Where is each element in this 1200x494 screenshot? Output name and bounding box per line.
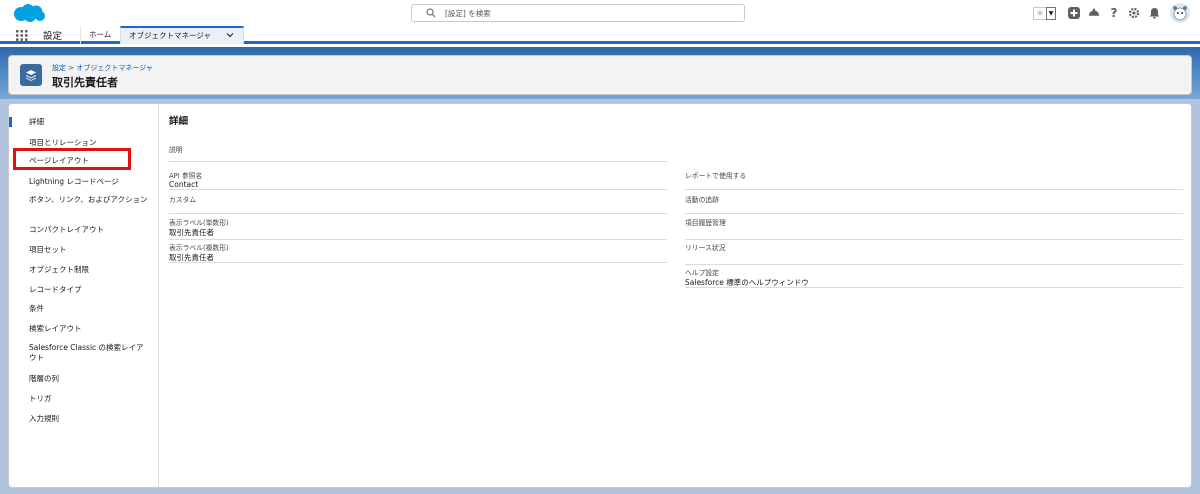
- field-plural-label: 表示ラベル(複数形) 取引先責任者: [169, 242, 667, 263]
- sidebar-item-validation-rules[interactable]: 入力規則: [9, 414, 158, 424]
- field-singular-label: 表示ラベル(単数形) 取引先責任者: [169, 217, 667, 240]
- field-track-activities: 活動の追跡: [685, 194, 1183, 214]
- sidebar-item-label: Lightning レコードページ: [29, 177, 119, 186]
- field-label: 説明: [169, 146, 183, 154]
- tab-label: オブジェクトマネージャ: [129, 31, 211, 40]
- sidebar-item-buttons-links-actions[interactable]: ボタン、リンク、およびアクション: [9, 195, 158, 205]
- field-description: 説明: [169, 144, 667, 162]
- setup-gear-icon[interactable]: [1128, 7, 1140, 19]
- breadcrumb-object-manager[interactable]: オブジェクトマネージャ: [76, 64, 153, 72]
- help-icon[interactable]: ?: [1108, 6, 1120, 20]
- field-api-name: API 参照名 Contact: [169, 170, 667, 190]
- add-icon[interactable]: [1068, 7, 1080, 19]
- sidebar-item-label: ボタン、リンク、およびアクション: [29, 195, 148, 204]
- app-launcher-icon[interactable]: [16, 30, 28, 41]
- sidebar-item-compact-layouts[interactable]: コンパクトレイアウト: [9, 225, 158, 235]
- field-value: 取引先責任者: [169, 253, 214, 262]
- main-card: 詳細 項目とリレーション ページレイアウト Lightning レコードページ …: [8, 103, 1192, 488]
- details-content: 詳細 説明 API 参照名 Contact カスタム 表示ラベル(単数形) 取引…: [159, 104, 1191, 487]
- field-value: Salesforce 標準のヘルプウィンドウ: [685, 278, 809, 287]
- field-deployment-status: リリース状況: [685, 242, 1183, 265]
- sidebar-item-label: オブジェクト制限: [29, 265, 89, 274]
- search-icon: [426, 8, 436, 18]
- sidebar-item-label: コンパクトレイアウト: [29, 225, 104, 234]
- sidebar-item-label: 条件: [29, 304, 44, 313]
- sidebar-item-label: 項目セット: [29, 245, 67, 254]
- field-allow-reports: レポートで使用する: [685, 170, 1183, 190]
- field-label: カスタム: [169, 196, 197, 204]
- app-name: 設定: [43, 31, 63, 42]
- sidebar-item-label: 検索レイアウト: [29, 324, 82, 333]
- favorite-star-icon[interactable]: ★: [1033, 6, 1046, 20]
- field-custom: カスタム: [169, 194, 667, 214]
- favorites-group: ★ ▼: [1033, 6, 1056, 20]
- sidebar-item-label: トリガ: [29, 394, 52, 403]
- field-label: レポートで使用する: [685, 172, 747, 180]
- breadcrumb-setup[interactable]: 設定: [52, 64, 66, 72]
- object-stack-icon: [20, 64, 42, 86]
- sidebar-item-field-sets[interactable]: 項目セット: [9, 245, 158, 255]
- field-help-settings: ヘルプ設定 Salesforce 標準のヘルプウィンドウ: [685, 267, 1183, 288]
- notification-bell-icon[interactable]: [1148, 7, 1160, 19]
- sidebar-item-record-types[interactable]: レコードタイプ: [9, 285, 158, 295]
- sidebar-item-label: Salesforce Classic の検索レイアウト: [29, 343, 144, 362]
- context-bar: 設定 ホーム オブジェクトマネージャ: [0, 26, 1200, 44]
- sidebar-item-details[interactable]: 詳細: [9, 117, 158, 127]
- field-label: 表示ラベル(単数形): [169, 219, 229, 227]
- field-label: ヘルプ設定: [685, 269, 719, 277]
- field-history-tracking: 項目履歴管理: [685, 217, 1183, 240]
- salesforce-logo-icon[interactable]: [11, 3, 47, 23]
- sidebar-item-fields-relationships[interactable]: 項目とリレーション: [9, 138, 158, 148]
- tab-home[interactable]: ホーム: [80, 26, 119, 44]
- header-utility-icons: ★ ▼ ?: [1033, 3, 1190, 23]
- sidebar-item-label: 詳細: [29, 117, 44, 126]
- sidebar-item-hierarchy-columns[interactable]: 階層の列: [9, 374, 158, 384]
- chevron-down-icon[interactable]: [226, 29, 234, 44]
- breadcrumb: 設定 > オブジェクトマネージャ: [52, 63, 153, 73]
- sidebar-item-object-limits[interactable]: オブジェクト制限: [9, 265, 158, 275]
- sidebar-item-triggers[interactable]: トリガ: [9, 394, 158, 404]
- sidebar-item-label: 入力規則: [29, 414, 59, 423]
- sidebar-item-conditions[interactable]: 条件: [9, 304, 158, 314]
- field-label: 項目履歴管理: [685, 219, 726, 227]
- tab-label: ホーム: [89, 30, 112, 39]
- favorites-dropdown-icon[interactable]: ▼: [1046, 6, 1056, 20]
- page-header: 設定 > オブジェクトマネージャ 取引先責任者: [8, 55, 1192, 95]
- sidebar-item-label: レコードタイプ: [29, 285, 82, 294]
- global-header: [設定] を検索 ★ ▼ ?: [0, 0, 1200, 26]
- field-label: API 参照名: [169, 172, 203, 180]
- avatar[interactable]: [1170, 3, 1190, 23]
- field-label: 活動の追跡: [685, 196, 719, 204]
- section-title: 詳細: [169, 116, 189, 127]
- sidebar-item-label: 項目とリレーション: [29, 138, 97, 147]
- sidebar-item-label: 階層の列: [29, 374, 59, 383]
- page-title: 取引先責任者: [52, 76, 118, 89]
- global-search-input[interactable]: [設定] を検索: [411, 4, 745, 22]
- field-value: Contact: [169, 180, 199, 189]
- breadcrumb-separator: >: [68, 64, 75, 72]
- annotation-highlight-box: [13, 148, 131, 170]
- search-placeholder: [設定] を検索: [445, 9, 491, 18]
- trailhead-icon[interactable]: [1088, 7, 1100, 19]
- sidebar-item-classic-search-layouts[interactable]: Salesforce Classic の検索レイアウト: [9, 343, 158, 363]
- field-value: 取引先責任者: [169, 228, 214, 237]
- sidebar-item-search-layouts[interactable]: 検索レイアウト: [9, 324, 158, 334]
- field-label: リリース状況: [685, 244, 726, 252]
- tab-object-manager[interactable]: オブジェクトマネージャ: [120, 26, 244, 44]
- object-sidebar: 詳細 項目とリレーション ページレイアウト Lightning レコードページ …: [9, 104, 159, 487]
- sidebar-item-lightning-record-pages[interactable]: Lightning レコードページ: [9, 177, 158, 187]
- field-label: 表示ラベル(複数形): [169, 244, 229, 252]
